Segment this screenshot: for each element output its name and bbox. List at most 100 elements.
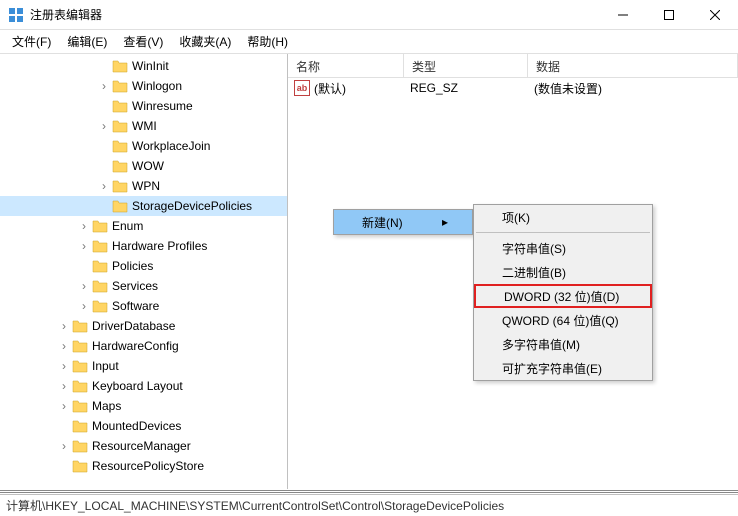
expander-icon[interactable]: › <box>76 298 92 314</box>
folder-icon <box>72 459 88 473</box>
tree-label: Hardware Profiles <box>112 239 207 253</box>
tree-item[interactable]: › Software <box>0 296 287 316</box>
folder-icon <box>72 399 88 413</box>
expander-icon[interactable] <box>56 458 72 474</box>
content-area: WinInit ›Winlogon Winresume › WMI WorkplaceJo… <box>0 54 738 489</box>
tree-item[interactable]: MountedDevices <box>0 416 287 436</box>
folder-icon <box>72 339 88 353</box>
menu-favorites[interactable]: 收藏夹(A) <box>171 31 239 52</box>
row-name: (默认) <box>314 80 346 97</box>
tree-item[interactable]: › DriverDatabase <box>0 316 287 336</box>
expander-icon[interactable] <box>96 138 112 154</box>
string-value-icon: ab <box>294 80 310 96</box>
tree-item[interactable]: ›Winlogon <box>0 76 287 96</box>
tree-item[interactable]: ›Maps <box>0 396 287 416</box>
column-name[interactable]: 名称 <box>288 54 404 77</box>
row-data: (数值未设置) <box>528 80 738 97</box>
expander-icon[interactable] <box>96 58 112 74</box>
expander-icon[interactable]: › <box>56 318 72 334</box>
menu-edit[interactable]: 编辑(E) <box>59 31 115 52</box>
context-item[interactable]: 多字符串值(M) <box>474 332 652 356</box>
expander-icon[interactable] <box>96 198 112 214</box>
expander-icon[interactable]: › <box>56 438 72 454</box>
expander-icon[interactable] <box>76 258 92 274</box>
folder-icon <box>72 419 88 433</box>
context-item[interactable]: QWORD (64 位)值(Q) <box>474 308 652 332</box>
expander-icon[interactable]: › <box>76 238 92 254</box>
tree-item[interactable]: ›HardwareConfig <box>0 336 287 356</box>
context-item[interactable]: 二进制值(B) <box>474 260 652 284</box>
tree-label: Winresume <box>132 99 193 113</box>
tree-label: Software <box>112 299 159 313</box>
tree-item[interactable]: Policies <box>0 256 287 276</box>
expander-icon[interactable]: › <box>56 338 72 354</box>
expander-icon[interactable] <box>96 98 112 114</box>
tree-item[interactable]: › Hardware Profiles <box>0 236 287 256</box>
tree-item[interactable]: ›Keyboard Layout <box>0 376 287 396</box>
tree-item[interactable]: Winresume <box>0 96 287 116</box>
tree-item[interactable]: › ResourceManager <box>0 436 287 456</box>
menu-view[interactable]: 查看(V) <box>115 31 171 52</box>
tree-label: Input <box>92 359 119 373</box>
tree-item[interactable]: WinInit <box>0 56 287 76</box>
list-pane: 名称 类型 数据 ab (默认) REG_SZ (数值未设置) 新建(N) ▸ … <box>288 54 738 489</box>
tree-label: ResourcePolicyStore <box>92 459 204 473</box>
expander-icon[interactable]: › <box>76 218 92 234</box>
context-item-new[interactable]: 新建(N) ▸ <box>334 210 472 234</box>
list-header: 名称 类型 数据 <box>288 54 738 78</box>
expander-icon[interactable]: › <box>96 78 112 94</box>
menu-file[interactable]: 文件(F) <box>4 31 59 52</box>
context-item[interactable]: 可扩充字符串值(E) <box>474 356 652 380</box>
tree-pane[interactable]: WinInit ›Winlogon Winresume › WMI WorkplaceJo… <box>0 54 288 489</box>
context-item[interactable]: DWORD (32 位)值(D) <box>474 284 652 308</box>
folder-icon <box>92 299 108 313</box>
tree-item[interactable]: WorkplaceJoin <box>0 136 287 156</box>
column-type[interactable]: 类型 <box>404 54 528 77</box>
expander-icon[interactable]: › <box>96 178 112 194</box>
folder-icon <box>92 259 108 273</box>
close-icon <box>710 10 720 20</box>
folder-icon <box>112 79 128 93</box>
menu-help[interactable]: 帮助(H) <box>239 31 296 52</box>
context-item[interactable]: 字符串值(S) <box>474 236 652 260</box>
tree-item[interactable]: › WMI <box>0 116 287 136</box>
folder-icon <box>112 119 128 133</box>
tree-label: ResourceManager <box>92 439 191 453</box>
tree-item[interactable]: › Input <box>0 356 287 376</box>
expander-icon[interactable] <box>96 158 112 174</box>
expander-icon[interactable]: › <box>56 378 72 394</box>
close-button[interactable] <box>692 0 738 30</box>
maximize-button[interactable] <box>646 0 692 30</box>
tree-label: WorkplaceJoin <box>132 139 210 153</box>
folder-icon <box>72 319 88 333</box>
tree-label: WinInit <box>132 59 169 73</box>
tree-item[interactable]: ›WPN <box>0 176 287 196</box>
expander-icon[interactable] <box>56 418 72 434</box>
expander-icon[interactable]: › <box>96 118 112 134</box>
submenu-arrow-icon: ▸ <box>422 215 448 229</box>
row-type: REG_SZ <box>404 81 528 95</box>
list-row[interactable]: ab (默认) REG_SZ (数值未设置) <box>288 78 738 98</box>
tree-label: WMI <box>132 119 157 133</box>
context-menu-new: 新建(N) ▸ <box>333 209 473 235</box>
divider <box>0 490 738 493</box>
tree-item[interactable]: ›Enum <box>0 216 287 236</box>
expander-icon[interactable]: › <box>56 358 72 374</box>
expander-icon[interactable]: › <box>76 278 92 294</box>
folder-icon <box>92 239 108 253</box>
app-icon <box>8 7 24 23</box>
column-data[interactable]: 数据 <box>528 54 738 77</box>
tree-item[interactable]: WOW <box>0 156 287 176</box>
tree-item[interactable]: ResourcePolicyStore <box>0 456 287 476</box>
folder-icon <box>112 159 128 173</box>
maximize-icon <box>664 10 674 20</box>
tree-item[interactable]: StorageDevicePolicies <box>0 196 287 216</box>
tree-label: DriverDatabase <box>92 319 175 333</box>
tree-item[interactable]: › Services <box>0 276 287 296</box>
tree-label: Services <box>112 279 158 293</box>
folder-icon <box>72 359 88 373</box>
expander-icon[interactable]: › <box>56 398 72 414</box>
context-item[interactable]: 项(K) <box>474 205 652 229</box>
minimize-button[interactable] <box>600 0 646 30</box>
folder-icon <box>92 279 108 293</box>
